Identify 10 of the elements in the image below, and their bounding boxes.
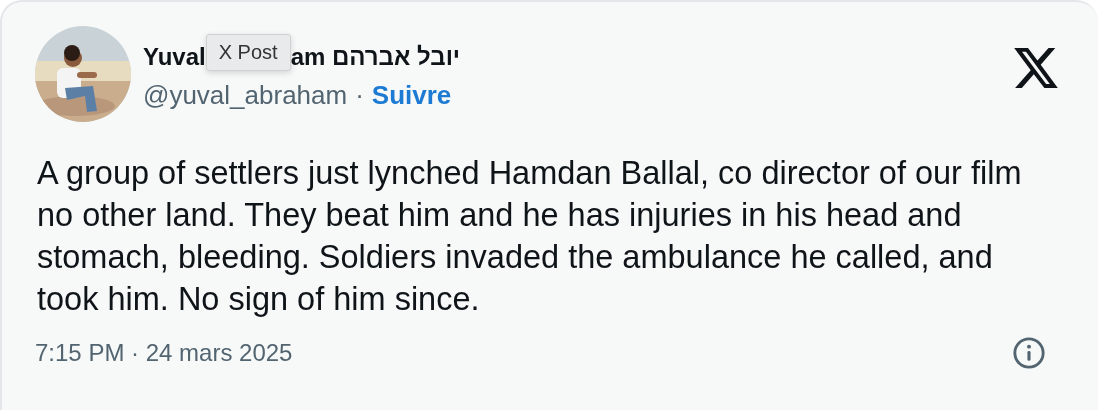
- post-text: A group of settlers just lynched Hamdan Ballal, co director of our film no other land. They beat him and he has injuries in his head and stomach, bleeding. Soldiers invaded the ambulance he called, and took him. No sign of him since.: [37, 154, 1023, 319]
- author-handle[interactable]: @yuval_abraham: [143, 80, 348, 111]
- info-icon[interactable]: [1012, 336, 1046, 370]
- separator-dot: ·: [355, 80, 364, 111]
- author-name[interactable]: am יובל אברהם: [290, 43, 461, 71]
- author-name[interactable]: Yuval: [143, 43, 206, 71]
- follow-link[interactable]: Suivre: [371, 80, 452, 111]
- tooltip: X Post: [205, 33, 291, 71]
- post-timestamp[interactable]: 7:15 PM · 24 mars 2025: [35, 339, 293, 367]
- x-logo-icon[interactable]: [1014, 48, 1058, 88]
